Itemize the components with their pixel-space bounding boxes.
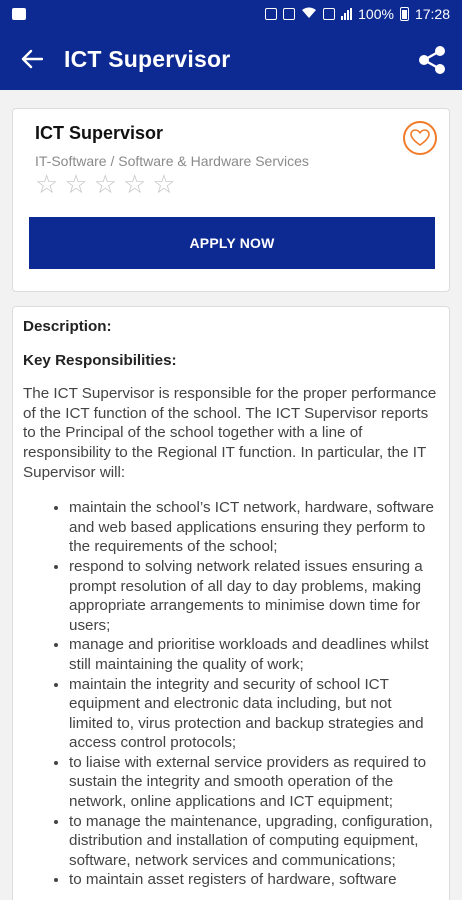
star-icon[interactable]: ☆ bbox=[35, 171, 58, 197]
list-item: manage and prioritise workloads and dead… bbox=[69, 635, 439, 674]
status-left-icons bbox=[12, 8, 26, 20]
description-label: Description: bbox=[23, 318, 112, 335]
favorite-button[interactable] bbox=[403, 121, 437, 155]
list-item: to maintain asset registers of hardware,… bbox=[69, 870, 439, 890]
status-bar: 100% 17:28 bbox=[0, 0, 462, 28]
back-button[interactable] bbox=[0, 28, 64, 90]
heart-icon bbox=[410, 129, 430, 146]
list-item: respond to solving network related issue… bbox=[69, 557, 439, 635]
alarm-icon bbox=[265, 8, 278, 20]
description-card: Description: Key Responsibilities: The I… bbox=[12, 306, 450, 900]
key-responsibilities-label: Key Responsibilities: bbox=[23, 351, 177, 369]
wifi-icon bbox=[301, 6, 317, 22]
lte-icon bbox=[323, 8, 336, 20]
list-item: maintain the school’s ICT network, hardw… bbox=[69, 498, 439, 557]
star-icon[interactable]: ☆ bbox=[152, 171, 175, 197]
rating-stars[interactable]: ☆ ☆ ☆ ☆ ☆ bbox=[35, 171, 176, 197]
nfc-icon bbox=[283, 8, 296, 20]
arrow-left-icon bbox=[21, 49, 43, 69]
battery-icon bbox=[399, 7, 409, 21]
battery-percent: 100% bbox=[358, 6, 394, 22]
share-button[interactable] bbox=[416, 44, 448, 76]
list-item: maintain the integrity and security of s… bbox=[69, 675, 439, 753]
star-icon[interactable]: ☆ bbox=[64, 171, 87, 197]
list-item: to manage the maintenance, upgrading, co… bbox=[69, 812, 439, 871]
signal-icon bbox=[341, 8, 353, 20]
share-icon bbox=[419, 46, 445, 74]
star-icon[interactable]: ☆ bbox=[94, 171, 117, 197]
clock: 17:28 bbox=[414, 6, 450, 22]
job-summary-card: ICT Supervisor IT-Software / Software & … bbox=[12, 108, 450, 292]
description-intro: The ICT Supervisor is responsible for th… bbox=[23, 385, 437, 481]
star-icon[interactable]: ☆ bbox=[123, 171, 146, 197]
gallery-notification-icon bbox=[12, 8, 26, 20]
app-bar: ICT Supervisor bbox=[0, 28, 462, 90]
page-title: ICT Supervisor bbox=[64, 45, 231, 72]
responsibilities-list: maintain the school’s ICT network, hardw… bbox=[23, 498, 439, 890]
status-right: 100% 17:28 bbox=[265, 6, 450, 22]
apply-now-button[interactable]: APPLY NOW bbox=[29, 217, 435, 269]
job-category: IT-Software / Software & Hardware Servic… bbox=[35, 153, 309, 169]
job-title: ICT Supervisor bbox=[35, 123, 164, 143]
list-item: to liaise with external service provider… bbox=[69, 753, 439, 812]
